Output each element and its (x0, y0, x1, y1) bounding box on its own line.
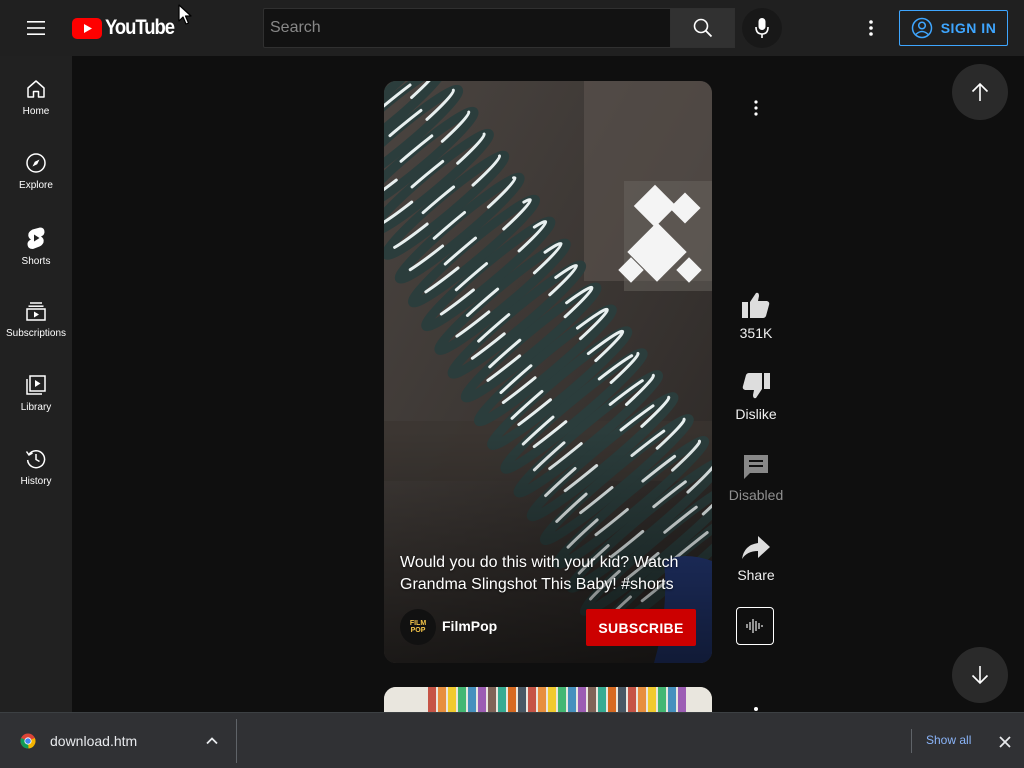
sidebar-item-shorts[interactable]: Shorts (0, 214, 72, 288)
compass-icon (26, 153, 46, 173)
next-short-button[interactable] (952, 647, 1008, 703)
mouse-cursor-icon (178, 4, 192, 25)
sidebar-item-home[interactable]: Home (0, 66, 72, 140)
settings-more-button[interactable] (851, 8, 891, 48)
download-filename: download.htm (50, 733, 138, 749)
sign-in-button[interactable]: SIGN IN (899, 10, 1008, 46)
divider (236, 719, 237, 763)
sidebar-item-label: Library (20, 402, 52, 413)
channel-name[interactable]: FilmPop (442, 618, 497, 634)
arrow-up-icon (971, 82, 989, 101)
history-icon (25, 450, 46, 469)
comment-icon (744, 455, 768, 479)
shorts-icon (27, 227, 45, 249)
youtube-logo[interactable]: YouTube (72, 14, 183, 42)
chrome-icon (20, 733, 36, 749)
show-all-link[interactable]: Show all (918, 731, 979, 749)
microphone-icon (755, 18, 769, 38)
search-button[interactable] (671, 8, 735, 48)
next-short-menu-dot[interactable] (754, 707, 758, 711)
sidebar-item-label: Explore (19, 180, 53, 191)
thumbs-up-icon (742, 292, 770, 318)
sidebar: Home Explore Shorts Subscriptions Librar… (0, 56, 72, 712)
sidebar-item-history[interactable]: History (0, 436, 72, 510)
divider (911, 729, 912, 753)
search-icon (693, 18, 712, 38)
search-input[interactable] (270, 19, 670, 37)
sidebar-item-explore[interactable]: Explore (0, 140, 72, 214)
like-button[interactable]: 351K (724, 291, 788, 341)
comments-button[interactable]: Disabled (724, 453, 788, 503)
share-icon (742, 536, 770, 559)
youtube-play-icon (72, 17, 102, 39)
avatar-text-bottom: POP (410, 627, 426, 634)
sound-button[interactable] (736, 607, 774, 645)
channel-avatar[interactable]: FILM POP (400, 609, 436, 645)
logo-text: YouTube (105, 16, 175, 39)
avatar-text-top: FILM (409, 620, 427, 627)
subscribe-button[interactable]: SUBSCRIBE (586, 609, 696, 646)
search-box[interactable] (263, 8, 671, 48)
thumbs-down-icon (742, 373, 770, 399)
sidebar-item-label: Subscriptions (5, 328, 67, 339)
like-count: 351K (739, 325, 773, 341)
sidebar-item-label: Shorts (21, 256, 51, 267)
sidebar-item-library[interactable]: Library (0, 362, 72, 436)
download-shelf: download.htm Show all (0, 712, 1024, 768)
dislike-button[interactable]: Dislike (724, 372, 788, 422)
previous-short-button[interactable] (952, 64, 1008, 120)
subscriptions-icon (26, 302, 46, 321)
share-button[interactable]: Share (724, 535, 788, 583)
close-icon[interactable] (996, 733, 1014, 751)
arrow-down-icon (971, 666, 989, 685)
comments-label: Disabled (728, 487, 784, 503)
sidebar-item-subscriptions[interactable]: Subscriptions (0, 288, 72, 362)
download-item[interactable]: download.htm (8, 721, 228, 761)
sign-in-label: SIGN IN (940, 20, 997, 36)
sidebar-item-label: History (20, 476, 52, 487)
vertical-dots-icon (869, 20, 873, 36)
menu-button[interactable] (16, 8, 56, 48)
account-icon (911, 17, 932, 39)
home-icon (27, 80, 45, 98)
masthead: YouTube SIGN IN (0, 0, 1024, 56)
vertical-dots-icon (754, 100, 758, 116)
audio-waveform-icon (746, 619, 763, 633)
library-icon (26, 375, 46, 395)
voice-search-button[interactable] (742, 8, 782, 48)
short-menu-button[interactable] (744, 96, 768, 120)
chevron-up-icon[interactable] (204, 733, 220, 749)
sidebar-item-label: Home (22, 106, 50, 117)
dislike-label: Dislike (735, 406, 777, 422)
share-label: Share (737, 567, 775, 583)
short-video-player[interactable]: Would you do this with your kid? Watch G… (384, 81, 712, 663)
hamburger-icon (27, 21, 45, 35)
short-title: Would you do this with your kid? Watch G… (400, 554, 679, 593)
